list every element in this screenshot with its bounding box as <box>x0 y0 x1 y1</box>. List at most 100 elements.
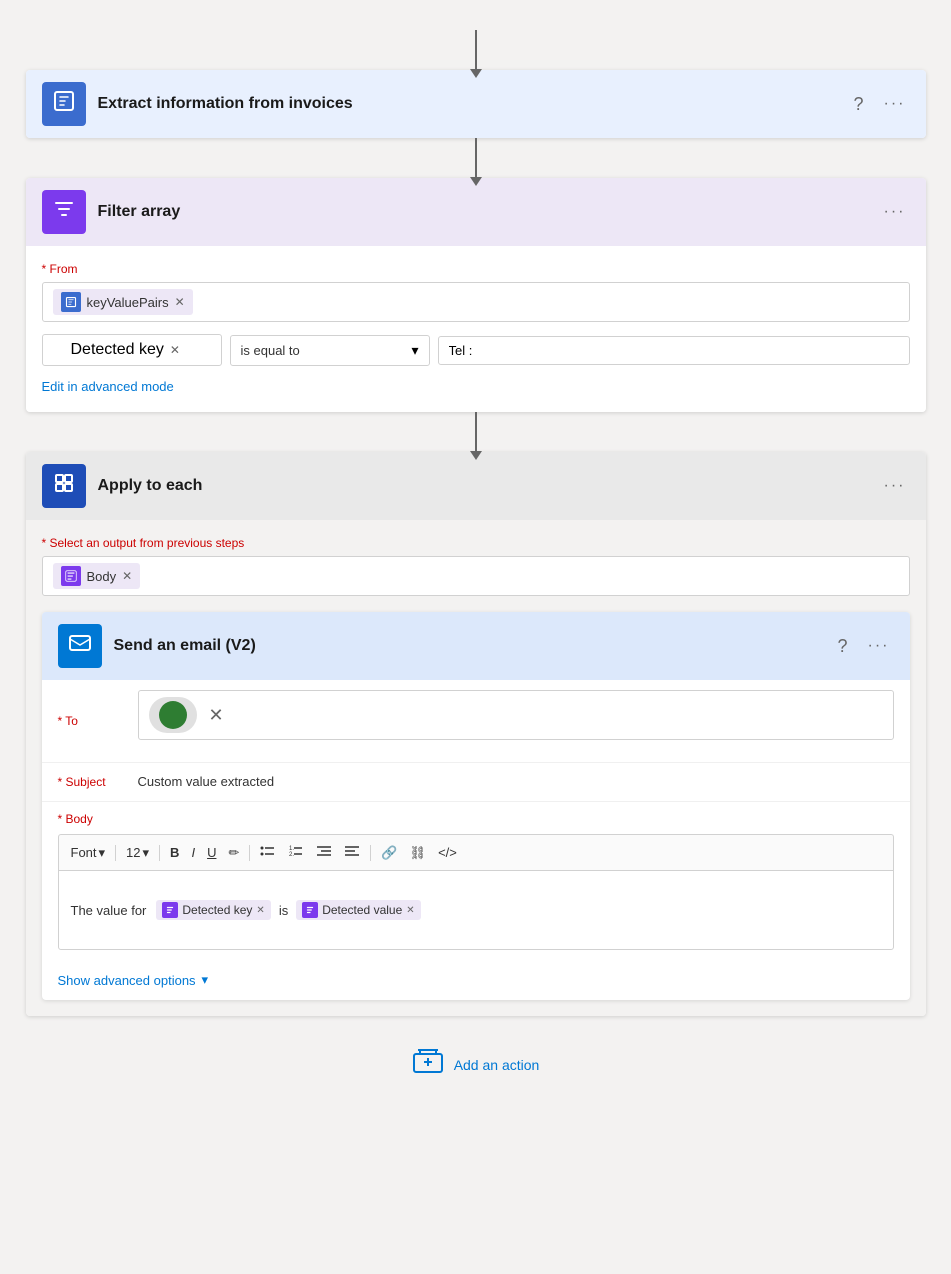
svg-text:2.: 2. <box>289 852 294 858</box>
email-card: Send an email (V2) ? ··· * To <box>42 612 910 1000</box>
unlink-button[interactable]: ⛓ <box>406 843 431 863</box>
subject-field-row: * Subject <box>42 763 910 802</box>
condition-token-remove[interactable]: ✕ <box>170 343 180 357</box>
show-advanced-chevron: ▾ <box>202 972 209 988</box>
filter-title: Filter array <box>98 203 880 221</box>
apply-each-title: Apply to each <box>98 477 880 495</box>
apply-each-card: Apply to each ··· * Select an output fro… <box>26 452 926 1016</box>
extract-title: Extract information from invoices <box>98 95 850 113</box>
filter-card-header: Filter array ··· <box>26 178 926 246</box>
indent-button[interactable] <box>312 841 336 864</box>
apply-each-card-actions: ··· <box>880 473 910 499</box>
chevron-down-icon: ▾ <box>411 342 418 359</box>
email-help-icon: ? <box>838 636 848 657</box>
font-label: Font <box>71 845 97 860</box>
outdent-icon <box>344 843 360 862</box>
outdent-button[interactable] <box>340 841 364 864</box>
body-token-remove[interactable]: ✕ <box>122 569 132 583</box>
filter-more-button[interactable]: ··· <box>880 199 910 225</box>
body-token-2-remove[interactable]: ✕ <box>406 905 414 916</box>
email-more-button[interactable]: ··· <box>864 633 894 659</box>
toolbar-sep-3 <box>249 845 250 861</box>
filter-card-body: * From keyValuePairs ✕ <box>26 246 926 412</box>
filter-card: Filter array ··· * From keyValuePairs <box>26 178 926 412</box>
body-text-1: The value for <box>71 903 147 918</box>
email-more-icon: ··· <box>868 637 890 655</box>
from-token-remove[interactable]: ✕ <box>175 295 185 309</box>
filter-more-icon: ··· <box>884 203 906 221</box>
body-token-2-icon <box>302 902 318 918</box>
italic-button[interactable]: I <box>187 843 199 862</box>
body-token-1: Detected key ✕ <box>156 900 270 920</box>
condition-operator-text: is equal to <box>241 343 406 358</box>
extract-help-button[interactable]: ? <box>850 90 868 119</box>
link-icon: 🔗 <box>381 845 397 861</box>
to-input-row: ✕ <box>138 690 894 740</box>
email-help-button[interactable]: ? <box>834 632 852 661</box>
condition-value-input[interactable] <box>438 336 910 365</box>
arrow-2 <box>475 412 477 452</box>
font-size-dropdown-icon: ▾ <box>143 845 150 861</box>
flow-container: Extract information from invoices ? ··· <box>6 20 946 1254</box>
subject-label: * Subject <box>58 775 138 789</box>
apply-each-more-icon: ··· <box>884 477 906 495</box>
code-button[interactable]: </> <box>434 843 461 862</box>
from-token-label: keyValuePairs <box>87 295 169 310</box>
numbered-list-button[interactable]: 1.2. <box>284 841 308 864</box>
highlight-button[interactable]: ✏ <box>224 843 243 863</box>
bullet-list-button[interactable] <box>256 841 280 864</box>
body-token-1-label: Detected key <box>182 903 252 917</box>
extract-more-button[interactable]: ··· <box>880 91 910 117</box>
apply-each-body: * Select an output from previous steps B… <box>26 520 926 1016</box>
apply-each-icon-box <box>42 464 86 508</box>
body-section: * Body Font ▾ 12 ▾ B <box>42 802 910 960</box>
extract-card-actions: ? ··· <box>850 90 910 119</box>
subject-input[interactable] <box>138 774 894 789</box>
code-icon: </> <box>438 845 457 860</box>
condition-row: Detected key ✕ is equal to ▾ <box>42 334 910 366</box>
font-size-label: 12 <box>126 845 140 860</box>
condition-token-label: Detected key <box>71 341 164 359</box>
extract-icon <box>52 89 76 119</box>
body-token-1-remove[interactable]: ✕ <box>256 905 264 916</box>
apply-each-more-button[interactable]: ··· <box>880 473 910 499</box>
email-icon-box <box>58 624 102 668</box>
body-token-label: Body <box>87 569 117 584</box>
rich-body[interactable]: The value for Detected key ✕ is <box>58 870 894 950</box>
toolbar-sep-1 <box>115 845 116 861</box>
email-card-actions: ? ··· <box>834 632 894 661</box>
to-remove-button[interactable]: ✕ <box>205 701 228 730</box>
from-token: keyValuePairs ✕ <box>53 289 193 315</box>
bold-button[interactable]: B <box>166 843 183 862</box>
subject-field-value <box>138 773 894 791</box>
underline-icon: U <box>207 845 216 860</box>
italic-icon: I <box>191 845 195 860</box>
add-action-container: Add an action <box>412 1046 540 1084</box>
underline-button[interactable]: U <box>203 843 220 862</box>
bullet-list-icon <box>260 843 276 862</box>
extract-card: Extract information from invoices ? ··· <box>26 70 926 138</box>
add-action-button[interactable]: Add an action <box>412 1046 540 1084</box>
body-token-icon <box>61 566 81 586</box>
to-avatar <box>159 701 187 729</box>
email-card-title: Send an email (V2) <box>114 637 834 655</box>
highlight-icon: ✏ <box>228 845 239 861</box>
show-advanced-section: Show advanced options ▾ <box>42 960 910 1000</box>
font-size-select[interactable]: 12 ▾ <box>122 843 153 863</box>
body-text-2: is <box>279 903 288 918</box>
body-token-2-label: Detected value <box>322 903 402 917</box>
top-arrow <box>475 30 477 70</box>
add-action-label: Add an action <box>454 1057 540 1073</box>
to-field-value: ✕ <box>138 690 894 752</box>
extract-help-icon: ? <box>854 94 864 115</box>
numbered-list-icon: 1.2. <box>288 843 304 862</box>
show-advanced-button[interactable]: Show advanced options <box>58 973 196 988</box>
font-select[interactable]: Font ▾ <box>67 843 110 863</box>
body-token: Body ✕ <box>53 563 141 589</box>
arrow-1 <box>475 138 477 178</box>
edit-advanced-button[interactable]: Edit in advanced mode <box>42 379 174 394</box>
link-button[interactable]: 🔗 <box>377 843 401 863</box>
condition-operator-select[interactable]: is equal to ▾ <box>230 335 430 366</box>
body-token-row: Body ✕ <box>42 556 910 596</box>
to-token <box>149 697 197 733</box>
